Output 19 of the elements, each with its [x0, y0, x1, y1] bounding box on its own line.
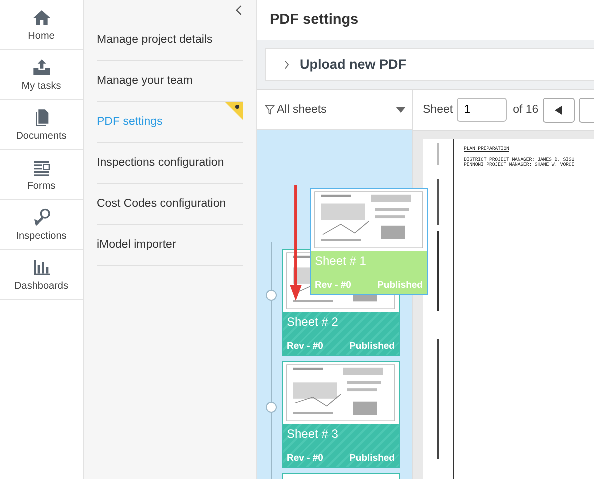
menu-item[interactable]: iModel importer	[97, 225, 243, 265]
sheet-filter-dropdown[interactable]: All sheets	[257, 90, 412, 130]
menu-item[interactable]: Inspections configuration	[97, 143, 243, 183]
sheet-title: Sheet # 3	[287, 427, 340, 441]
revision-label: Rev - #0	[315, 280, 352, 291]
sheet-label: Sheet	[423, 104, 454, 116]
revision-label: Rev - #0	[287, 341, 324, 352]
revision-label: Rev - #0	[287, 453, 324, 464]
menu-item[interactable]: Cost Codes configuration	[97, 184, 243, 224]
menu-item[interactable]: Manage your team	[97, 61, 243, 101]
status-label: Published	[350, 341, 395, 352]
page-title: PDF settings	[270, 12, 359, 28]
status-label: Published	[350, 453, 395, 464]
menu-item[interactable]: Manage project details	[97, 20, 243, 60]
sheet-number-field[interactable]: 1	[457, 98, 508, 122]
sheet-title: Sheet # 1	[315, 254, 368, 268]
sheet-total: of 16	[513, 104, 539, 116]
sheet-title: Sheet # 2	[287, 315, 340, 329]
upload-panel-toggle[interactable]: Upload new PDF	[265, 48, 594, 81]
